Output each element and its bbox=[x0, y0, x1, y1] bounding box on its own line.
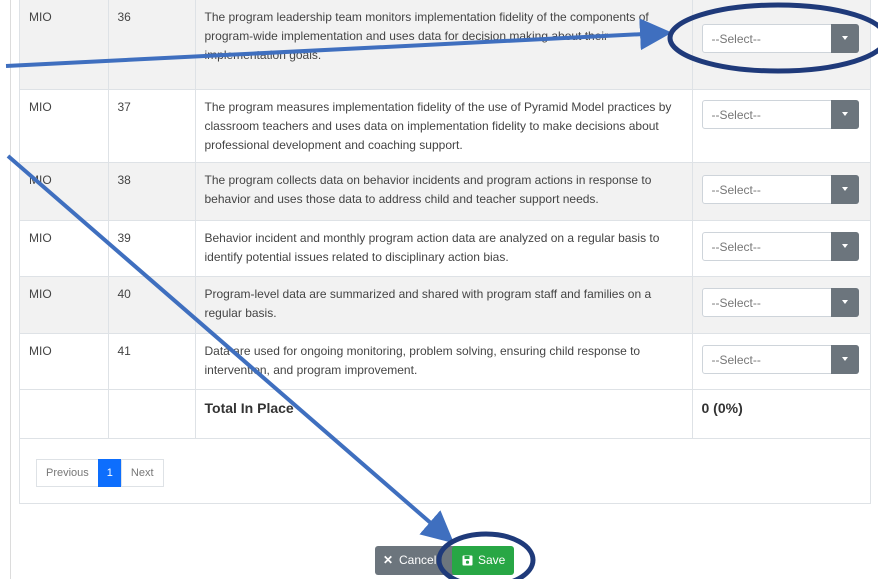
table-row: MIO 37 The program measures implementati… bbox=[20, 89, 870, 163]
status-select[interactable]: --Select-- bbox=[701, 24, 859, 53]
row-code: MIO bbox=[29, 286, 52, 301]
table-row: MIO 41 Data are used for ongoing monitor… bbox=[20, 333, 870, 390]
table-row: MIO 40 Program-level data are summarized… bbox=[20, 276, 870, 334]
dropdown-toggle-button[interactable] bbox=[830, 99, 859, 129]
row-description: The program measures implementation fide… bbox=[204, 99, 672, 152]
status-select[interactable]: --Select-- bbox=[701, 287, 859, 317]
row-number: 36 bbox=[117, 10, 131, 24]
table-row: MIO 38 The program collects data on beha… bbox=[20, 162, 870, 221]
caret-down-icon bbox=[841, 243, 848, 248]
status-select[interactable]: --Select-- bbox=[701, 231, 859, 261]
times-icon: ✕ bbox=[383, 553, 394, 567]
row-description: Program-level data are summarized and sh… bbox=[204, 286, 652, 320]
total-label: Total In Place bbox=[204, 399, 294, 416]
select-value: --Select-- bbox=[711, 182, 761, 197]
row-number: 40 bbox=[117, 286, 131, 301]
row-number: 37 bbox=[117, 99, 131, 114]
status-select[interactable]: --Select-- bbox=[701, 174, 859, 204]
caret-down-icon bbox=[841, 111, 848, 116]
caret-down-icon bbox=[841, 299, 848, 304]
row-number: 39 bbox=[117, 230, 131, 245]
assessment-panel: MIO 36 The program leadership team monit… bbox=[19, 0, 871, 504]
indicator-table: MIO 36 The program leadership team monit… bbox=[20, 0, 870, 439]
table-row: MIO 39 Behavior incident and monthly pro… bbox=[20, 220, 870, 277]
status-select[interactable]: --Select-- bbox=[701, 344, 859, 374]
table-row: MIO 36 The program leadership team monit… bbox=[20, 0, 870, 90]
dropdown-toggle-button[interactable] bbox=[830, 231, 859, 261]
caret-down-icon bbox=[841, 356, 848, 361]
floppy-disk-icon bbox=[462, 555, 473, 566]
save-button[interactable]: Save bbox=[452, 546, 514, 575]
previous-page-button[interactable]: Previous bbox=[36, 459, 99, 487]
row-description: Behavior incident and monthly program ac… bbox=[204, 230, 660, 264]
row-description: Data are used for ongoing monitoring, pr… bbox=[204, 343, 641, 377]
cancel-button[interactable]: ✕ Cancel bbox=[375, 546, 459, 575]
next-page-button[interactable]: Next bbox=[120, 459, 164, 487]
total-row: Total In Place 0 (0%) bbox=[20, 389, 870, 439]
cancel-label: Cancel bbox=[399, 553, 437, 567]
row-number: 38 bbox=[117, 172, 131, 187]
caret-down-icon bbox=[841, 36, 848, 40]
select-value: --Select-- bbox=[711, 295, 761, 310]
row-code: MIO bbox=[29, 343, 52, 358]
dropdown-toggle-button[interactable] bbox=[830, 24, 859, 53]
select-value: --Select-- bbox=[711, 352, 761, 367]
left-border bbox=[10, 0, 11, 579]
select-value: --Select-- bbox=[711, 32, 761, 46]
page-1-button[interactable]: 1 bbox=[97, 459, 122, 487]
pagination: Previous 1 Next bbox=[36, 459, 164, 487]
dropdown-toggle-button[interactable] bbox=[830, 287, 859, 317]
status-select[interactable]: --Select-- bbox=[701, 99, 859, 129]
row-code: MIO bbox=[29, 99, 52, 114]
caret-down-icon bbox=[841, 186, 848, 191]
dropdown-toggle-button[interactable] bbox=[830, 174, 859, 204]
row-code: MIO bbox=[29, 230, 52, 245]
row-description: The program collects data on behavior in… bbox=[204, 172, 652, 206]
row-number: 41 bbox=[117, 343, 131, 358]
save-label: Save bbox=[478, 553, 506, 567]
row-code: MIO bbox=[29, 10, 52, 24]
select-value: --Select-- bbox=[711, 239, 761, 254]
select-value: --Select-- bbox=[711, 107, 761, 122]
row-description: The program leadership team monitors imp… bbox=[204, 10, 649, 62]
row-code: MIO bbox=[29, 172, 52, 187]
total-value: 0 (0%) bbox=[701, 399, 743, 416]
dropdown-toggle-button[interactable] bbox=[830, 344, 859, 374]
